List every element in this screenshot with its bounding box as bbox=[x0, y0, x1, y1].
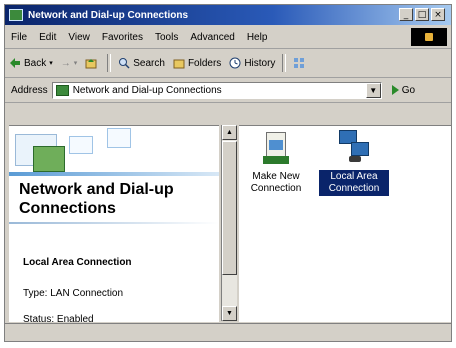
menu-view[interactable]: View bbox=[62, 32, 96, 43]
panel-banner-bar bbox=[9, 172, 219, 176]
folders-icon bbox=[173, 59, 185, 69]
menu-favorites[interactable]: Favorites bbox=[96, 32, 149, 43]
menu-help[interactable]: Help bbox=[241, 32, 274, 43]
forward-arrow-icon: → bbox=[60, 57, 71, 69]
views-button[interactable] bbox=[289, 57, 312, 69]
folders-button[interactable]: Folders bbox=[169, 57, 225, 69]
history-label: History bbox=[244, 57, 276, 69]
menu-file[interactable]: File bbox=[5, 32, 33, 43]
panel-title: Network and Dial-up Connections bbox=[19, 181, 174, 217]
standard-toolbar: Back ▾ → ▾ Search Folders History bbox=[5, 49, 451, 78]
search-label: Search bbox=[133, 57, 165, 69]
menu-tools[interactable]: Tools bbox=[149, 32, 184, 43]
address-label: Address bbox=[11, 84, 48, 96]
title-bar[interactable]: Network and Dial-up Connections _ □ × bbox=[5, 5, 451, 25]
menu-edit[interactable]: Edit bbox=[33, 32, 62, 43]
back-label: Back bbox=[24, 57, 47, 69]
folders-label: Folders bbox=[187, 57, 222, 69]
make-new-connection-item[interactable]: Make New Connection bbox=[241, 132, 311, 196]
caption-buttons: _ □ × bbox=[399, 8, 445, 21]
item-label: Local Area Connection bbox=[319, 170, 389, 196]
network-folder-large-icon bbox=[33, 146, 65, 172]
menu-advanced[interactable]: Advanced bbox=[184, 32, 240, 43]
network-folder-icon bbox=[55, 84, 69, 96]
scroll-thumb[interactable] bbox=[222, 141, 237, 275]
forward-button[interactable]: → ▾ bbox=[57, 58, 82, 69]
toolbar-separator bbox=[282, 54, 287, 72]
back-dropdown-icon: ▾ bbox=[49, 60, 53, 67]
menu-bar: File Edit View Favorites Tools Advanced … bbox=[5, 26, 451, 49]
status-bar bbox=[5, 323, 451, 341]
selected-item-name: Local Area Connection bbox=[23, 257, 132, 268]
windows-logo-icon bbox=[411, 28, 447, 46]
history-icon bbox=[229, 57, 241, 69]
window-title: Network and Dial-up Connections bbox=[28, 9, 189, 21]
up-folder-icon bbox=[85, 59, 97, 69]
file-list-pane: Make New Connection Local Area Connectio… bbox=[239, 125, 451, 322]
close-button[interactable]: × bbox=[431, 8, 445, 21]
minimize-button[interactable]: _ bbox=[399, 8, 413, 21]
up-button[interactable] bbox=[81, 57, 104, 69]
address-value: Network and Dial-up Connections bbox=[72, 84, 222, 96]
toolbar-separator bbox=[107, 54, 112, 72]
local-area-connection-item[interactable]: Local Area Connection bbox=[319, 130, 389, 196]
make-new-connection-icon bbox=[263, 132, 289, 166]
back-arrow-icon bbox=[10, 58, 20, 68]
search-icon bbox=[119, 58, 130, 69]
back-button[interactable]: Back ▾ bbox=[5, 57, 57, 69]
history-button[interactable]: History bbox=[225, 57, 279, 69]
address-bar: Address Network and Dial-up Connections … bbox=[5, 78, 451, 103]
views-icon bbox=[294, 58, 305, 68]
go-arrow-icon bbox=[391, 85, 399, 95]
vertical-scrollbar[interactable]: ▲ ▼ bbox=[221, 125, 237, 321]
panel-banner-graphic bbox=[107, 128, 131, 148]
search-button[interactable]: Search bbox=[114, 57, 169, 69]
panel-banner-graphic bbox=[69, 136, 93, 154]
address-dropdown-button[interactable]: ▼ bbox=[365, 82, 381, 98]
network-folder-icon bbox=[9, 9, 23, 21]
local-area-connection-icon bbox=[337, 130, 371, 166]
scroll-up-button[interactable]: ▲ bbox=[222, 125, 237, 140]
panel-divider bbox=[9, 222, 219, 224]
forward-dropdown-icon: ▾ bbox=[73, 60, 78, 67]
maximize-button[interactable]: □ bbox=[415, 8, 429, 21]
webview-info-panel: Network and Dial-up Connections Local Ar… bbox=[9, 125, 219, 322]
selected-item-status: Status: Enabled bbox=[23, 314, 94, 322]
scroll-down-button[interactable]: ▼ bbox=[222, 306, 237, 321]
go-button[interactable]: Go bbox=[391, 84, 416, 96]
explorer-window: Network and Dial-up Connections _ □ × Fi… bbox=[4, 4, 452, 342]
selected-item-type: Type: LAN Connection bbox=[23, 288, 124, 299]
go-label: Go bbox=[401, 84, 416, 96]
item-label: Make New Connection bbox=[250, 171, 302, 194]
address-input[interactable]: Network and Dial-up Connections ▼ bbox=[51, 81, 382, 99]
